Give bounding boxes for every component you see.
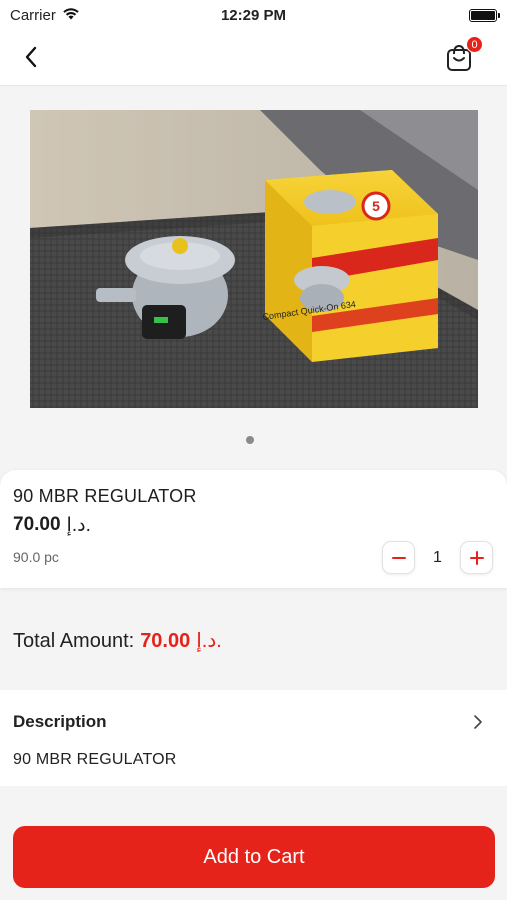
status-left: Carrier	[10, 7, 80, 24]
back-button[interactable]	[14, 40, 48, 74]
total-value: 70.00	[140, 630, 191, 652]
chevron-left-icon	[25, 46, 37, 68]
total-label: Total Amount:	[13, 630, 135, 652]
description-title: Description	[13, 712, 107, 731]
battery-icon	[469, 8, 500, 22]
product-gallery[interactable]: 5 Compact Quick-On 634	[0, 87, 507, 470]
cart-button[interactable]: 0	[445, 36, 483, 74]
product-price: 70.00 د.إ.	[13, 514, 91, 537]
description-text: 90 MBR REGULATOR	[13, 751, 177, 768]
chevron-right-icon	[474, 715, 482, 729]
product-image: 5 Compact Quick-On 634	[30, 110, 478, 408]
price-value: 70.00	[13, 514, 61, 535]
increase-quantity-button[interactable]	[460, 541, 493, 574]
total-amount: Total Amount: 70.00 د.إ.	[13, 628, 222, 653]
minus-icon	[391, 556, 406, 559]
wifi-icon	[62, 7, 80, 24]
quantity-value: 1	[433, 548, 442, 566]
total-currency: د.إ.	[196, 630, 222, 652]
status-bar: Carrier 12:29 PM	[0, 0, 507, 30]
cart-count-badge: 0	[466, 36, 483, 53]
product-info-card: 90 MBR REGULATOR 70.00 د.إ. 90.0 pc 1	[0, 470, 507, 588]
quantity-stepper: 1	[382, 541, 493, 574]
carrier-label: Carrier	[10, 6, 56, 24]
gallery-page-indicator[interactable]	[246, 436, 254, 444]
product-unit: 90.0 pc	[13, 549, 59, 565]
nav-bar: 0	[0, 30, 507, 86]
total-section: Total Amount: 70.00 د.إ.	[0, 600, 507, 684]
product-name: 90 MBR REGULATOR	[13, 486, 197, 506]
image-box-number: 5	[372, 198, 380, 214]
plus-icon	[469, 550, 484, 565]
footer: Add to Cart	[0, 786, 507, 900]
add-to-cart-button[interactable]: Add to Cart	[13, 826, 495, 888]
price-currency: د.إ.	[66, 515, 91, 536]
decrease-quantity-button[interactable]	[382, 541, 415, 574]
description-section[interactable]: Description 90 MBR REGULATOR	[0, 690, 507, 786]
